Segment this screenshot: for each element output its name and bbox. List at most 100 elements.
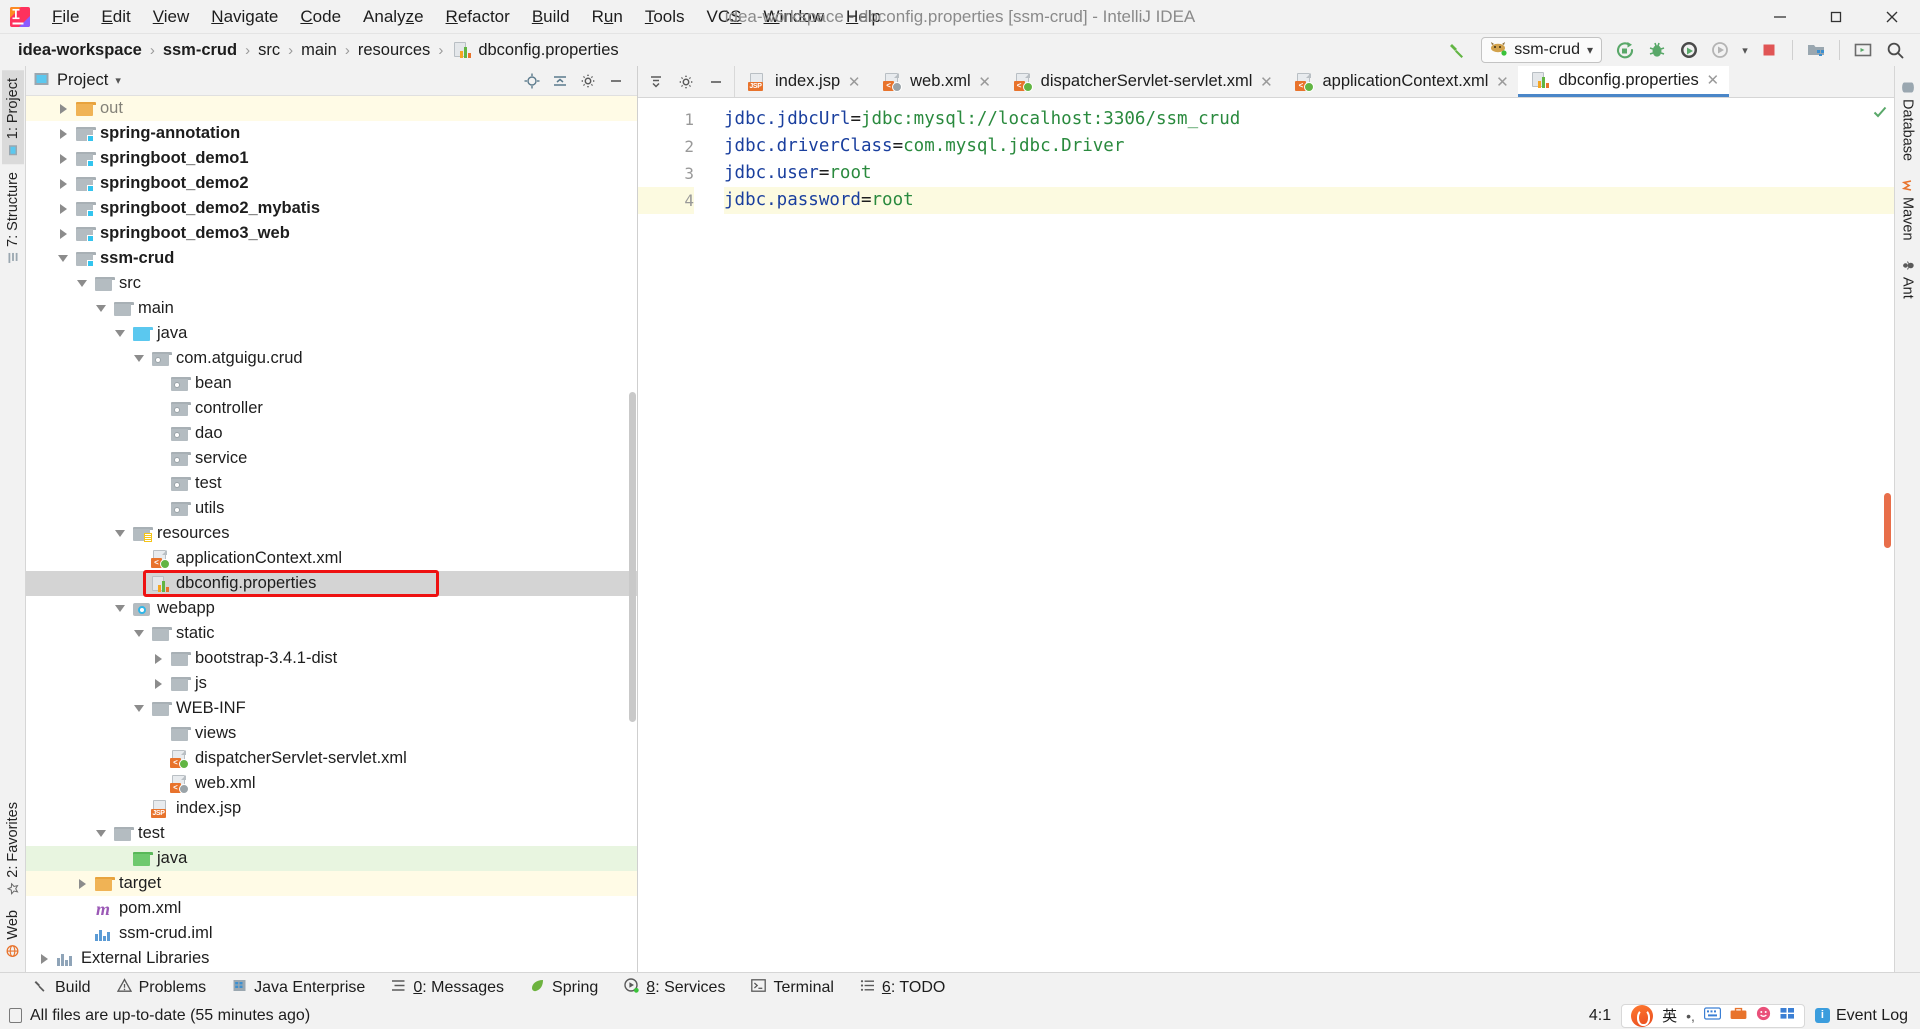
tree-row[interactable]: dao xyxy=(26,421,637,446)
code-line[interactable]: jdbc.password=root xyxy=(724,187,1894,214)
chevron-down-icon[interactable] xyxy=(91,830,111,837)
tree-row[interactable]: java xyxy=(26,321,637,346)
editor-tab[interactable]: < web.xml ✕ xyxy=(870,66,1001,97)
event-log-button[interactable]: i Event Log xyxy=(1814,1007,1908,1025)
tree-row[interactable]: bootstrap-3.4.1-dist xyxy=(26,646,637,671)
close-icon[interactable]: ✕ xyxy=(847,73,861,91)
breadcrumb-item-4[interactable]: resources xyxy=(354,40,434,61)
caret-position[interactable]: 4:1 xyxy=(1589,1007,1611,1025)
tree-row[interactable]: service xyxy=(26,446,637,471)
tree-row[interactable]: java xyxy=(26,846,637,871)
tree-row[interactable]: controller xyxy=(26,396,637,421)
tree-row[interactable]: src xyxy=(26,271,637,296)
tree-row[interactable]: ssm-crud xyxy=(26,246,637,271)
editor-tab[interactable]: JSP index.jsp ✕ xyxy=(735,66,870,97)
menu-item-tools[interactable]: Tools xyxy=(634,4,696,30)
menu-item-file[interactable]: File xyxy=(41,4,90,30)
tree-row[interactable]: test xyxy=(26,471,637,496)
tree-row[interactable]: views xyxy=(26,721,637,746)
keyboard-icon[interactable] xyxy=(1703,1006,1721,1025)
chevron-down-icon[interactable] xyxy=(110,530,130,537)
tree-row[interactable]: m pom.xml xyxy=(26,896,637,921)
chevron-down-icon[interactable]: ▾ xyxy=(1587,43,1593,57)
chevron-right-icon[interactable] xyxy=(148,678,168,689)
inspections-ok-checkmark-icon[interactable] xyxy=(1872,104,1888,124)
editor-tab[interactable]: dbconfig.properties ✕ xyxy=(1518,66,1729,97)
close-icon[interactable]: ✕ xyxy=(1706,71,1720,89)
breadcrumb-item-2[interactable]: src xyxy=(254,40,284,61)
tree-row[interactable]: out xyxy=(26,96,637,121)
locate-target-icon[interactable] xyxy=(519,69,545,93)
stop-icon[interactable] xyxy=(1754,37,1784,63)
tool-window-bar[interactable]: Build Problems Java Enterprise 0: Messages S… xyxy=(0,972,1920,1002)
chevron-right-icon[interactable] xyxy=(53,128,73,139)
breadcrumb-item-3[interactable]: main xyxy=(297,40,341,61)
chevron-down-icon[interactable] xyxy=(110,330,130,337)
project-file-tree[interactable]: out spring-annotation springboot_demo1 spri… xyxy=(26,96,637,972)
chevron-down-icon[interactable] xyxy=(110,605,130,612)
debug-bug-icon[interactable] xyxy=(1642,37,1672,63)
tool-window-button-terminal[interactable]: Terminal xyxy=(738,975,846,1001)
tree-row[interactable]: utils xyxy=(26,496,637,521)
tree-row[interactable]: JSP index.jsp xyxy=(26,796,637,821)
chevron-right-icon[interactable] xyxy=(53,103,73,114)
chevron-down-icon[interactable] xyxy=(129,630,149,637)
sidebar-item-project[interactable]: 1: Project xyxy=(1,70,24,165)
project-structure-icon[interactable] xyxy=(1801,37,1831,63)
tree-row[interactable]: static xyxy=(26,621,637,646)
tree-row[interactable]: < applicationContext.xml xyxy=(26,546,637,571)
menu-item-edit[interactable]: Edit xyxy=(90,4,141,30)
menu-item-help[interactable]: Help xyxy=(835,4,892,30)
sidebar-item-structure[interactable]: 7: Structure xyxy=(2,164,24,272)
chevron-down-icon[interactable] xyxy=(129,355,149,362)
code-editor[interactable]: 1234 jdbc.jdbcUrl=jdbc:mysql://localhost… xyxy=(638,98,1894,972)
tree-row[interactable]: < dispatcherServlet-servlet.xml xyxy=(26,746,637,771)
code-line[interactable]: jdbc.user=root xyxy=(724,160,1894,187)
menu-item-code[interactable]: Code xyxy=(289,4,352,30)
sidebar-item-ant[interactable]: Ant xyxy=(1897,250,1919,308)
profiler-chevron-down-icon[interactable]: ▾ xyxy=(1738,37,1752,63)
toolbox-icon[interactable] xyxy=(1730,1007,1747,1025)
sidebar-item-maven[interactable]: Maven xyxy=(1897,170,1919,250)
tool-window-button-problems[interactable]: Problems xyxy=(104,975,220,1001)
chevron-down-icon[interactable] xyxy=(53,255,73,262)
menu-item-analyze[interactable]: Analyze xyxy=(352,4,435,30)
sort-tabs-icon[interactable] xyxy=(642,69,670,95)
chevron-right-icon[interactable] xyxy=(72,878,92,889)
profiler-icon[interactable] xyxy=(1706,37,1736,63)
code-line[interactable]: jdbc.driverClass=com.mysql.jdbc.Driver xyxy=(724,133,1894,160)
tree-row[interactable]: target xyxy=(26,871,637,896)
tree-row[interactable]: springboot_demo2 xyxy=(26,171,637,196)
tree-row[interactable]: springboot_demo1 xyxy=(26,146,637,171)
tool-window-button-spring[interactable]: Spring xyxy=(517,975,611,1001)
close-icon[interactable]: ✕ xyxy=(1259,73,1273,91)
chevron-right-icon[interactable] xyxy=(53,203,73,214)
sidebar-item-favorites[interactable]: 2: Favorites xyxy=(2,794,24,903)
sidebar-item-web[interactable]: Web xyxy=(2,902,24,966)
chevron-right-icon[interactable] xyxy=(148,653,168,664)
tree-row[interactable]: com.atguigu.crud xyxy=(26,346,637,371)
menu-item-run[interactable]: Run xyxy=(581,4,634,30)
chevron-down-icon[interactable] xyxy=(129,705,149,712)
ime-mode-label[interactable]: 英 xyxy=(1662,1005,1677,1026)
tree-row[interactable]: webapp xyxy=(26,596,637,621)
menu-item-window[interactable]: Window xyxy=(753,4,835,30)
chevron-down-icon[interactable]: ▾ xyxy=(115,74,121,87)
chevron-down-icon[interactable] xyxy=(91,305,111,312)
code-content[interactable]: jdbc.jdbcUrl=jdbc:mysql://localhost:3306… xyxy=(706,98,1894,972)
emoji-icon[interactable] xyxy=(1756,1006,1771,1026)
tree-row[interactable]: ssm-crud.iml xyxy=(26,921,637,946)
menu-item-build[interactable]: Build xyxy=(521,4,581,30)
run-configuration-selector[interactable]: ssm-crud ▾ xyxy=(1481,37,1602,63)
breadcrumb-item-0[interactable]: idea-workspace xyxy=(14,40,146,61)
editor-tab[interactable]: < applicationContext.xml ✕ xyxy=(1282,66,1518,97)
tree-row[interactable]: dbconfig.properties xyxy=(26,571,637,596)
hide-panel-icon[interactable] xyxy=(603,69,629,93)
run-with-coverage-icon[interactable] xyxy=(1674,37,1704,63)
run-icon[interactable] xyxy=(1610,37,1640,63)
chevron-right-icon[interactable] xyxy=(53,228,73,239)
ime-toolbar[interactable]: 英 •, xyxy=(1621,1003,1805,1028)
tree-row[interactable]: resources xyxy=(26,521,637,546)
chevron-right-icon[interactable] xyxy=(53,153,73,164)
chevron-down-icon[interactable] xyxy=(72,280,92,287)
